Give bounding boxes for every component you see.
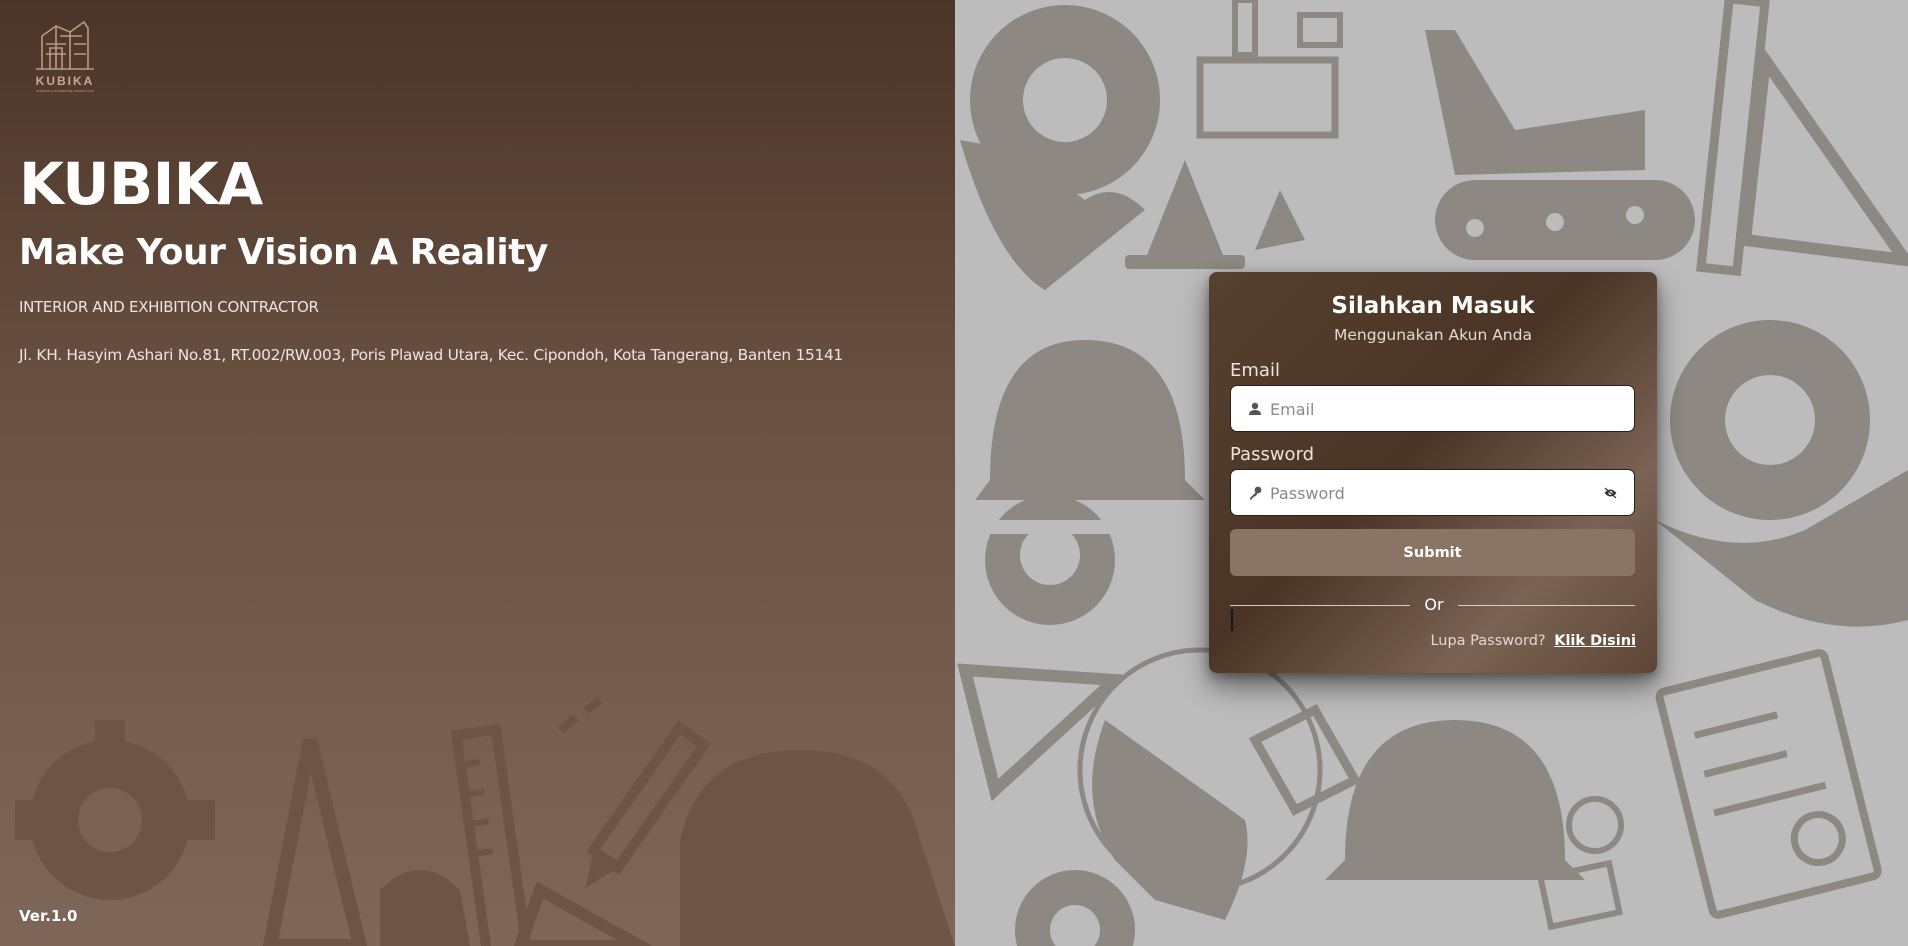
brand-title: KUBIKA bbox=[19, 150, 263, 218]
building-logo-icon bbox=[36, 20, 94, 70]
company-address: Jl. KH. Hasyim Ashari No.81, RT.002/RW.0… bbox=[19, 346, 843, 364]
email-field[interactable] bbox=[1230, 385, 1635, 432]
password-input[interactable] bbox=[1270, 479, 1610, 507]
logo-text: KUBIKA bbox=[35, 74, 95, 88]
login-subtitle: Menggunakan Akun Anda bbox=[1334, 326, 1532, 344]
eye-icon[interactable] bbox=[1604, 487, 1617, 499]
login-card: Silahkan Masuk Menggunakan Akun Anda Ema… bbox=[1209, 272, 1657, 673]
password-field[interactable] bbox=[1230, 469, 1635, 516]
submit-button[interactable]: Submit bbox=[1230, 529, 1635, 576]
forgot-password-text: Lupa Password? bbox=[1430, 633, 1546, 649]
user-icon bbox=[1249, 402, 1261, 415]
construction-pattern-decoration bbox=[15, 696, 955, 946]
key-icon bbox=[1250, 486, 1262, 500]
text-cursor bbox=[1231, 609, 1233, 631]
divider-line-right bbox=[1458, 605, 1635, 606]
email-input[interactable] bbox=[1270, 395, 1610, 423]
forgot-password-row: Lupa Password? Klik Disini bbox=[1430, 633, 1636, 649]
email-label: Email bbox=[1230, 360, 1280, 381]
password-label: Password bbox=[1230, 444, 1315, 465]
divider-or-text: Or bbox=[1424, 595, 1444, 614]
logo-subtext: INTERIOR & EXHIBITION CONTRACTOR bbox=[36, 89, 94, 93]
divider-line-left bbox=[1230, 605, 1410, 606]
version-label: Ver.1.0 bbox=[19, 907, 78, 925]
brand-tagline: Make Your Vision A Reality bbox=[19, 232, 548, 273]
login-title: Silahkan Masuk bbox=[1331, 293, 1535, 319]
brand-subtitle: INTERIOR AND EXHIBITION CONTRACTOR bbox=[19, 298, 319, 316]
kubika-logo: KUBIKA INTERIOR & EXHIBITION CONTRACTOR bbox=[26, 14, 104, 96]
branding-panel: KUBIKA INTERIOR & EXHIBITION CONTRACTOR … bbox=[0, 0, 955, 946]
forgot-password-link[interactable]: Klik Disini bbox=[1554, 633, 1636, 649]
